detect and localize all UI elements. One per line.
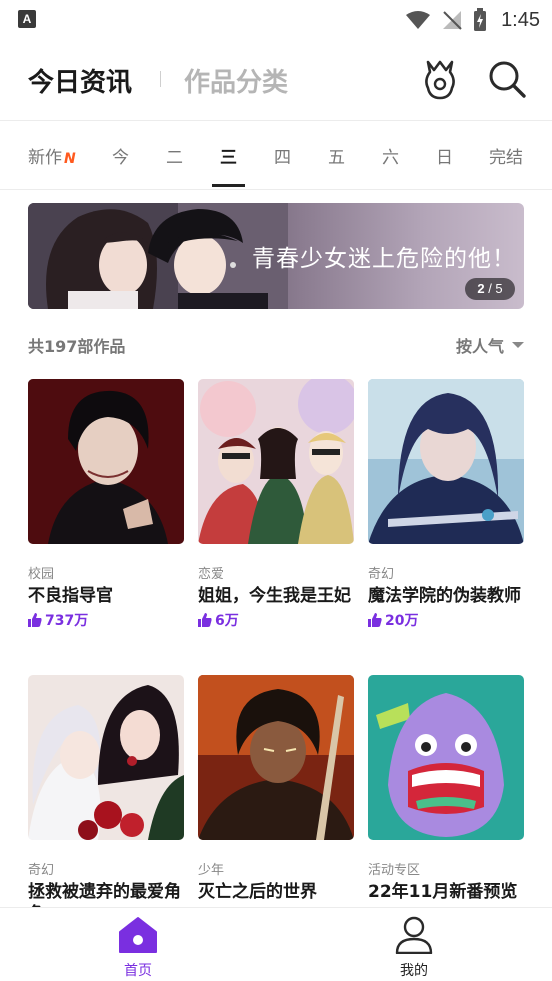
banner-caption: 青春少女迷上危险的他！ <box>252 246 516 272</box>
top-header: 今日资讯 作品分类 <box>0 40 552 120</box>
no-signal-icon <box>443 11 462 30</box>
new-marker: N <box>64 151 76 167</box>
work-title: 姐姐，今生我是王妃 <box>198 586 351 606</box>
work-cover <box>368 379 524 544</box>
clock: 1:45 <box>501 8 540 31</box>
work-cover <box>198 675 354 840</box>
home-icon <box>119 917 157 953</box>
thumbs-up-icon <box>28 613 42 627</box>
work-card[interactable]: 少年 灭亡之后的世界 <box>198 675 354 903</box>
tab-thursday[interactable]: 四 <box>274 143 291 168</box>
thumbs-up-icon <box>198 613 212 627</box>
weekday-tabs: 新作 N 今 二 三 四 五 六 日 完结 <box>0 121 552 189</box>
work-card[interactable]: 校园 不良指导官 737万 <box>28 379 184 630</box>
nav-me[interactable]: 我的 <box>374 916 454 980</box>
badge-icon[interactable] <box>420 58 460 102</box>
work-likes: 20万 <box>368 610 524 630</box>
nav-home[interactable]: 首页 <box>98 916 178 980</box>
likes-count: 6万 <box>215 613 239 629</box>
nav-home-label: 首页 <box>124 963 152 979</box>
work-card[interactable]: 奇幻 魔法学院的伪装教师 20万 <box>368 379 524 630</box>
work-likes: 6万 <box>198 610 354 630</box>
header-divider <box>160 71 161 87</box>
work-genre: 恋爱 <box>198 567 225 582</box>
work-genre: 奇幻 <box>28 863 55 878</box>
work-title: 不良指导官 <box>28 586 113 606</box>
chevron-down-icon <box>512 342 524 348</box>
likes-count: 20万 <box>385 613 419 629</box>
promo-banner[interactable]: 青春少女迷上危险的他！ 2 / 5 <box>28 203 524 309</box>
likes-count: 737万 <box>45 613 89 629</box>
tab-friday[interactable]: 五 <box>328 143 345 168</box>
work-title: 魔法学院的伪装教师 <box>368 586 521 606</box>
user-icon <box>395 916 433 955</box>
work-title: 22年11月新番预览 <box>368 882 518 902</box>
work-card[interactable]: 活动专区 22年11月新番预览 <box>368 675 524 903</box>
tabs-separator <box>0 189 552 190</box>
work-cover <box>368 675 524 840</box>
work-cover <box>28 379 184 544</box>
active-tab-indicator <box>212 184 245 187</box>
tab-today-news[interactable]: 今日资讯 <box>28 62 132 99</box>
search-icon[interactable] <box>486 58 528 100</box>
sort-dropdown[interactable]: 按人气 <box>456 333 524 357</box>
tab-sunday[interactable]: 日 <box>436 143 453 168</box>
work-cover <box>28 675 184 840</box>
work-likes: 737万 <box>28 610 184 630</box>
banner-page-indicator: 2 / 5 <box>465 278 515 300</box>
app-notification-icon: A <box>18 10 36 28</box>
banner-page-total: 5 <box>495 281 503 296</box>
tab-tuesday[interactable]: 二 <box>166 143 183 168</box>
work-title: 灭亡之后的世界 <box>198 882 317 902</box>
tab-saturday[interactable]: 六 <box>382 143 399 168</box>
work-cover <box>198 379 354 544</box>
bottom-navigation: 首页 我的 <box>0 907 552 981</box>
work-card[interactable]: 奇幻 拯救被遗弃的最爱角色 <box>28 675 184 925</box>
tab-new-label: 新作 <box>28 148 62 168</box>
tab-new[interactable]: 新作 N <box>28 143 76 168</box>
tab-today[interactable]: 今 <box>112 143 129 168</box>
status-bar: A 1:45 <box>0 0 552 40</box>
nav-me-label: 我的 <box>400 963 428 979</box>
tab-categories[interactable]: 作品分类 <box>184 62 288 99</box>
tab-wednesday[interactable]: 三 <box>220 143 237 168</box>
work-genre: 活动专区 <box>368 863 421 878</box>
battery-charging-icon <box>474 8 487 31</box>
tab-completed[interactable]: 完结 <box>489 143 523 168</box>
work-genre: 奇幻 <box>368 567 395 582</box>
sort-label: 按人气 <box>455 337 504 356</box>
banner-page-current: 2 <box>477 281 485 296</box>
work-genre: 校园 <box>28 567 55 582</box>
wifi-icon <box>406 11 431 29</box>
list-header: 共197部作品 按人气 <box>28 333 524 357</box>
work-card[interactable]: 恋爱 姐姐，今生我是王妃 6万 <box>198 379 354 630</box>
work-genre: 少年 <box>198 863 225 878</box>
status-icons: 1:45 <box>405 6 540 34</box>
works-count: 共197部作品 <box>28 337 126 356</box>
thumbs-up-icon <box>368 613 382 627</box>
